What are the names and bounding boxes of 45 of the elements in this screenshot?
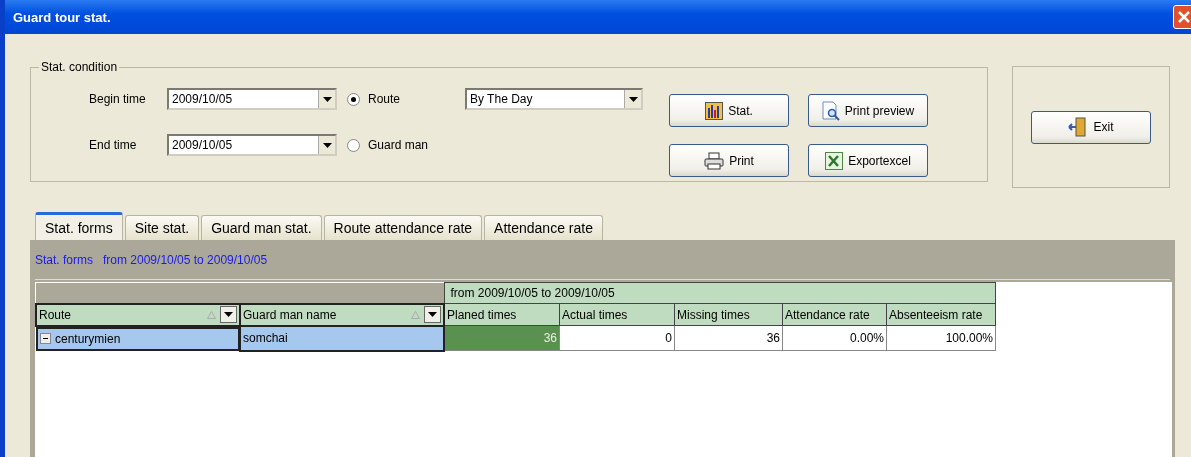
toolbar-button[interactable]: Print — [669, 144, 789, 177]
radio-option[interactable]: Guard man — [337, 138, 465, 152]
bar-chart-icon — [705, 101, 724, 120]
close-button[interactable] — [1173, 5, 1191, 29]
period-dropdown[interactable]: By The Day — [465, 88, 643, 110]
tab[interactable]: Stat. forms — [35, 212, 123, 240]
table-cell: 36 — [444, 325, 560, 351]
table-cell: somchai — [240, 325, 444, 351]
printer-icon — [704, 151, 725, 170]
toolbar-button[interactable]: Exportexcel — [808, 144, 928, 177]
tab[interactable]: Site stat. — [124, 215, 200, 240]
toolbar-button[interactable]: Stat. — [669, 94, 789, 127]
radio-option[interactable]: Route — [337, 92, 465, 106]
table-cell: 36 — [674, 325, 783, 351]
toolbar-button[interactable]: Print preview — [808, 94, 928, 127]
caret-icon — [628, 96, 638, 102]
window-title: Guard tour stat. — [13, 9, 111, 25]
door-exit-icon — [1068, 117, 1089, 137]
spreadsheet-icon — [825, 151, 844, 170]
field-label: End time — [88, 138, 137, 152]
column-band-header: from 2009/10/05 to 2009/10/05 — [444, 282, 996, 304]
close-icon — [1177, 10, 1191, 24]
exit-button[interactable]: Exit — [1031, 110, 1151, 144]
collapse-icon[interactable] — [40, 333, 51, 344]
sort-triangle-icon — [411, 310, 420, 319]
caret-icon — [428, 312, 437, 317]
report-caption: Stat. forms from 2009/10/05 to 2009/10/05 — [35, 240, 1170, 280]
sort-triangle-icon — [207, 310, 216, 319]
tab[interactable]: Route attendance rate — [323, 215, 483, 240]
column-header[interactable]: Route — [36, 303, 240, 326]
date-dropdown[interactable]: 2009/10/05 — [167, 134, 337, 156]
field-label: Begin time — [88, 92, 146, 106]
tab[interactable]: Guard man stat. — [201, 215, 322, 240]
tab[interactable]: Attendance rate — [484, 215, 603, 240]
caret-icon — [224, 312, 233, 317]
table-cell: centurymien — [36, 326, 239, 351]
table-cell: 100.00% — [886, 325, 996, 351]
group-legend: Stat. condition — [39, 60, 120, 74]
column-header[interactable]: Guard man name — [240, 303, 444, 326]
caret-icon — [322, 142, 332, 148]
date-dropdown[interactable]: 2009/10/05 — [167, 88, 337, 110]
table-cell: 0.00% — [782, 325, 887, 351]
table-cell: 0 — [559, 325, 675, 351]
caret-icon — [322, 96, 332, 102]
print-preview-icon — [821, 100, 840, 121]
